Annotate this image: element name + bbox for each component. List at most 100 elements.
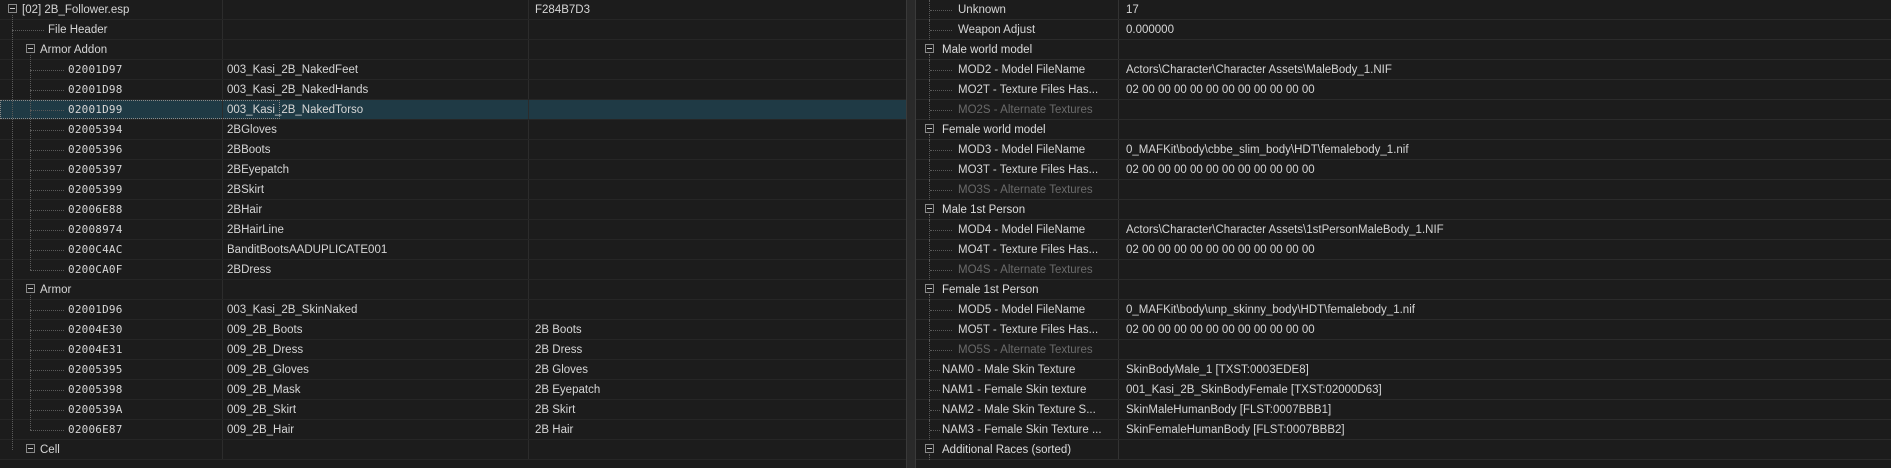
tree-row-armor-addon-value-cell[interactable] (528, 220, 906, 239)
details-field-row[interactable]: Unknown 17 (916, 0, 1891, 20)
tree-row-armor-value-cell[interactable]: 2B Gloves (528, 360, 906, 379)
details-field-value[interactable] (1120, 260, 1891, 279)
details-field-row[interactable]: MOD5 - Model FileName 0_MAFKit\body\unp_s… (916, 300, 1891, 320)
tree-node-armor-addon-value-cell[interactable] (528, 40, 906, 59)
tree-row-armor-value-cell[interactable]: 2B Skirt (528, 400, 906, 419)
details-field-value[interactable] (1120, 180, 1891, 199)
record-tree[interactable]: [02] 2B_Follower.esp F284B7D3 File Header A… (0, 0, 906, 460)
details-field-row[interactable]: MO2S - Alternate Textures (916, 100, 1891, 120)
tree-node-file-header-edid-cell[interactable] (222, 20, 527, 39)
tree-row-armor-addon[interactable]: 0200CA0F 2BDress (0, 260, 906, 280)
details-field-value[interactable]: 02 00 00 00 00 00 00 00 00 00 00 00 (1120, 80, 1891, 99)
tree-row-armor[interactable]: 02005395 009_2B_Gloves 2B Gloves (0, 360, 906, 380)
details-field-row[interactable]: MO4S - Alternate Textures (916, 260, 1891, 280)
details-field-row[interactable]: NAM0 - Male Skin Texture SkinBodyMale_1 [… (916, 360, 1891, 380)
tree-row-armor-addon-edid-cell[interactable]: 003_Kasi_2B_NakedTorso (222, 100, 527, 119)
tree-row-armor-addon-value-cell[interactable] (528, 240, 906, 259)
collapse-toggle-icon[interactable] (8, 4, 17, 14)
tree-row-armor-addon-value-cell[interactable] (528, 120, 906, 139)
tree-row-armor-edid-cell[interactable]: 009_2B_Gloves (222, 360, 527, 379)
details-field-row[interactable]: MOD4 - Model FileName Actors\Character\Ch… (916, 220, 1891, 240)
tree-row-armor-value-cell[interactable] (528, 300, 906, 319)
tree-row-armor-value-cell[interactable]: 2B Eyepatch (528, 380, 906, 399)
tree-row-armor-addon-edid-cell[interactable]: 2BGloves (222, 120, 527, 139)
collapse-toggle-icon[interactable] (26, 44, 35, 54)
details-field-value[interactable]: 02 00 00 00 00 00 00 00 00 00 00 00 (1120, 240, 1891, 259)
details-field-value[interactable]: 17 (1120, 0, 1891, 19)
record-details-grid[interactable]: Unknown 17 Weapon Adjust 0.000000 Male world… (916, 0, 1891, 460)
tree-node-armor-addon-name-cell[interactable]: Armor Addon (0, 40, 238, 59)
tree-node-file-header[interactable]: File Header (0, 20, 906, 40)
tree-row-armor-addon[interactable]: 0200C4AC BanditBootsAADUPLICATE001 (0, 240, 906, 260)
details-field-row[interactable]: NAM1 - Female Skin texture 001_Kasi_2B_Sk… (916, 380, 1891, 400)
tree-row-armor-addon-edid-cell[interactable]: 003_Kasi_2B_NakedFeet (222, 60, 527, 79)
details-field-value[interactable]: Actors\Character\Character Assets\MaleBo… (1120, 60, 1891, 79)
tree-row-armor-addon-value-cell[interactable] (528, 200, 906, 219)
details-group-row[interactable]: Male world model (916, 40, 1891, 60)
tree-row-armor-addon[interactable]: 02005396 2BBoots (0, 140, 906, 160)
details-field-row[interactable]: NAM3 - Female Skin Texture ... SkinFemale… (916, 420, 1891, 440)
tree-row-armor-addon-value-cell[interactable] (528, 80, 906, 99)
tree-row-armor-addon[interactable]: 02005397 2BEyepatch (0, 160, 906, 180)
tree-row-armor-addon-value-cell[interactable] (528, 260, 906, 279)
tree-row-armor-addon[interactable]: 02008974 2BHairLine (0, 220, 906, 240)
tree-row-armor-addon[interactable]: 02005394 2BGloves (0, 120, 906, 140)
details-field-row[interactable]: MO5T - Texture Files Has... 02 00 00 00 0… (916, 320, 1891, 340)
tree-row-armor-edid-cell[interactable]: 009_2B_Hair (222, 420, 527, 439)
details-field-row[interactable]: MO3S - Alternate Textures (916, 180, 1891, 200)
tree-node-cell-name-cell[interactable]: Cell (0, 440, 238, 459)
tree-row-armor-value-cell[interactable]: 2B Hair (528, 420, 906, 439)
tree-row-armor-edid-cell[interactable]: 009_2B_Boots (222, 320, 527, 339)
details-field-row[interactable]: MOD2 - Model FileName Actors\Character\Ch… (916, 60, 1891, 80)
tree-node-plugin-value-cell[interactable]: F284B7D3 (528, 0, 906, 19)
details-field-value[interactable]: SkinMaleHumanBody [FLST:0007BBB1] (1120, 400, 1891, 419)
details-field-value[interactable]: SkinFemaleHumanBody [FLST:0007BBB2] (1120, 420, 1891, 439)
tree-row-armor-addon[interactable]: 02001D98 003_Kasi_2B_NakedHands (0, 80, 906, 100)
tree-row-armor-addon-edid-cell[interactable]: 2BBoots (222, 140, 527, 159)
details-field-value[interactable]: 02 00 00 00 00 00 00 00 00 00 00 00 (1120, 160, 1891, 179)
details-group-row[interactable]: Female 1st Person (916, 280, 1891, 300)
tree-node-armor-name-cell[interactable]: Armor (0, 280, 238, 299)
tree-node-armor[interactable]: Armor (0, 280, 906, 300)
tree-node-plugin-edid-cell[interactable] (222, 0, 527, 19)
details-field-row[interactable]: MOD3 - Model FileName 0_MAFKit\body\cbbe_… (916, 140, 1891, 160)
details-field-value[interactable]: 001_Kasi_2B_SkinBodyFemale [TXST:02000D6… (1120, 380, 1891, 399)
tree-node-armor-addon-edid-cell[interactable] (222, 40, 527, 59)
pane-splitter[interactable] (906, 0, 916, 468)
tree-row-armor-edid-cell[interactable]: 009_2B_Mask (222, 380, 527, 399)
tree-node-plugin-name-cell[interactable]: [02] 2B_Follower.esp (0, 0, 220, 19)
collapse-toggle-icon[interactable] (26, 284, 35, 294)
tree-row-armor-addon[interactable]: 02001D97 003_Kasi_2B_NakedFeet (0, 60, 906, 80)
tree-node-cell-value-cell[interactable] (528, 440, 906, 459)
tree-row-armor-addon-edid-cell[interactable]: 003_Kasi_2B_NakedHands (222, 80, 527, 99)
details-field-value[interactable]: Actors\Character\Character Assets\1stPer… (1120, 220, 1891, 239)
tree-row-armor-value-cell[interactable]: 2B Boots (528, 320, 906, 339)
details-field-value[interactable] (1120, 340, 1891, 359)
details-field-row[interactable]: MO2T - Texture Files Has... 02 00 00 00 0… (916, 80, 1891, 100)
tree-row-armor[interactable]: 02004E31 009_2B_Dress 2B Dress (0, 340, 906, 360)
collapse-toggle-icon[interactable] (26, 444, 35, 454)
details-field-value[interactable] (1120, 200, 1891, 219)
details-field-row[interactable]: Weapon Adjust 0.000000 (916, 20, 1891, 40)
details-field-value[interactable]: SkinBodyMale_1 [TXST:0003EDE8] (1120, 360, 1891, 379)
tree-row-armor-addon-edid-cell[interactable]: 2BDress (222, 260, 527, 279)
tree-row-armor-addon[interactable]: 02005399 2BSkirt (0, 180, 906, 200)
tree-row-armor-addon[interactable]: 02006E88 2BHair (0, 200, 906, 220)
details-field-value[interactable] (1120, 40, 1891, 59)
tree-row-armor-addon-value-cell[interactable] (528, 60, 906, 79)
details-field-row[interactable]: MO3T - Texture Files Has... 02 00 00 00 0… (916, 160, 1891, 180)
details-field-value[interactable] (1120, 280, 1891, 299)
details-field-row[interactable]: NAM2 - Male Skin Texture S... SkinMaleHum… (916, 400, 1891, 420)
details-field-row[interactable]: MO5S - Alternate Textures (916, 340, 1891, 360)
tree-row-armor-addon-value-cell[interactable] (528, 140, 906, 159)
tree-node-armor-edid-cell[interactable] (222, 280, 527, 299)
tree-node-plugin[interactable]: [02] 2B_Follower.esp F284B7D3 (0, 0, 906, 20)
tree-row-armor-edid-cell[interactable]: 009_2B_Skirt (222, 400, 527, 419)
tree-node-cell-edid-cell[interactable] (222, 440, 527, 459)
tree-row-armor[interactable]: 02001D96 003_Kasi_2B_SkinNaked (0, 300, 906, 320)
details-group-row[interactable]: Female world model (916, 120, 1891, 140)
tree-row-armor-edid-cell[interactable]: 009_2B_Dress (222, 340, 527, 359)
details-field-value[interactable] (1120, 120, 1891, 139)
tree-row-armor-addon-edid-cell[interactable]: 2BEyepatch (222, 160, 527, 179)
record-tree-pane[interactable]: [02] 2B_Follower.esp F284B7D3 File Header A… (0, 0, 906, 468)
